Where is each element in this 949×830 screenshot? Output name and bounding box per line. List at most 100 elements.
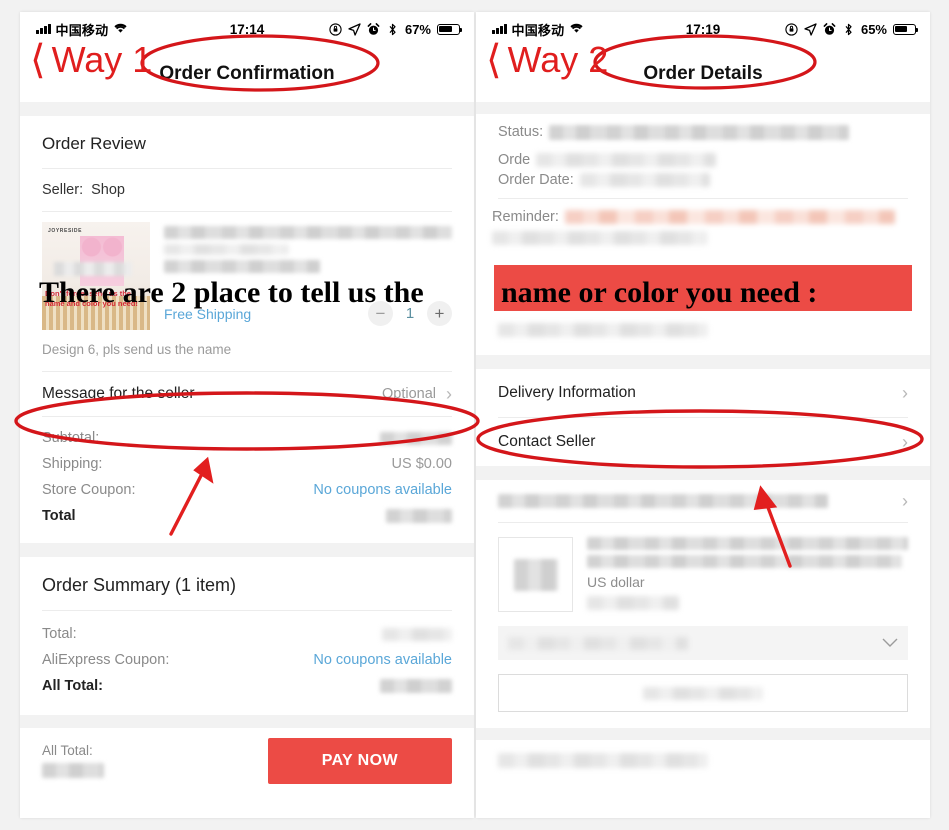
order-summary-section: Order Summary (1 item) Total: AliExpress… bbox=[20, 557, 474, 715]
phone-screen-way1: 中国移动 17:14 67% Order Confirmation Order … bbox=[20, 12, 474, 818]
store-row[interactable]: › bbox=[476, 480, 930, 522]
thumbnail-brand-label: JOYRESIDE bbox=[48, 228, 83, 234]
order-item-currency: US dollar bbox=[587, 574, 645, 591]
phone-screen-way2: 中国移动 17:19 65% Order Details Status: Ord… bbox=[476, 12, 930, 818]
location-arrow-icon bbox=[804, 22, 817, 36]
price-label: Subtotal: bbox=[42, 430, 100, 446]
annotation-chevron-left-icon: ⟨ bbox=[30, 38, 46, 82]
order-item-thumbnail-redacted bbox=[513, 558, 558, 591]
message-for-seller-value: Optional bbox=[381, 386, 436, 402]
annotation-overlay-text-part1: There are 2 place to tell us the bbox=[39, 276, 424, 309]
annotation-way2-label: ⟨ Way 2 bbox=[486, 40, 608, 80]
order-item-action-button[interactable] bbox=[498, 674, 908, 712]
summary-row: Total: bbox=[42, 621, 452, 647]
reminder-row: Reminder: bbox=[476, 199, 930, 229]
annotation-way1-label: ⟨ Way 1 bbox=[30, 38, 153, 82]
status-bar-left-group: 中国移动 bbox=[36, 20, 128, 39]
section-gap bbox=[476, 466, 930, 480]
store-coupon-value[interactable]: No coupons available bbox=[313, 482, 452, 498]
quantity-increase-button[interactable]: + bbox=[427, 301, 452, 326]
order-item-thumbnail[interactable] bbox=[498, 537, 573, 612]
seller-row[interactable]: Seller: Shop bbox=[20, 169, 474, 211]
section-gap bbox=[20, 102, 474, 116]
seller-label: Seller: bbox=[42, 182, 84, 198]
order-date-row: Order Date: bbox=[476, 170, 930, 198]
price-row[interactable]: Store Coupon: No coupons available bbox=[42, 477, 452, 503]
price-value-redacted bbox=[380, 431, 452, 445]
alarm-clock-icon bbox=[823, 22, 836, 36]
contact-seller-row[interactable]: Contact Seller › bbox=[476, 418, 930, 466]
summary-value-redacted bbox=[380, 679, 452, 693]
order-info-section: Status: Orde Order Date: Reminder: bbox=[476, 114, 930, 355]
order-item-title-redacted-line2 bbox=[587, 555, 902, 569]
section-gap bbox=[476, 102, 930, 114]
product-variant-description: Design 6, pls send us the name bbox=[42, 342, 232, 357]
pay-total-group: All Total: bbox=[42, 743, 104, 780]
order-item-row[interactable]: US dollar bbox=[476, 523, 930, 616]
signal-strength-icon bbox=[36, 24, 51, 34]
order-summary-heading: Order Summary (1 item) bbox=[42, 575, 237, 595]
order-no-value-redacted bbox=[536, 153, 717, 167]
order-item-price-redacted bbox=[587, 596, 679, 611]
reminder-value-redacted-line2 bbox=[492, 230, 707, 245]
aliexpress-coupon-value[interactable]: No coupons available bbox=[313, 652, 452, 668]
battery-percentage: 67% bbox=[404, 21, 431, 37]
price-row: Total bbox=[42, 503, 452, 529]
price-breakdown: Subtotal: Shipping: US $0.00 Store Coupo… bbox=[20, 417, 474, 543]
message-for-seller-label: Message for the seller bbox=[42, 385, 195, 402]
status-bar-right-group: 67% bbox=[329, 21, 463, 37]
order-date-value-redacted bbox=[579, 173, 710, 187]
summary-value-redacted bbox=[382, 627, 452, 641]
pay-now-button[interactable]: PAY NOW bbox=[267, 738, 452, 784]
chevron-right-icon: › bbox=[902, 491, 908, 511]
contact-seller-label: Contact Seller bbox=[498, 433, 596, 450]
order-summary-rows: Total: AliExpress Coupon: No coupons ava… bbox=[20, 611, 474, 715]
rotation-lock-icon bbox=[785, 22, 798, 36]
chevron-right-icon: › bbox=[902, 383, 908, 403]
price-label: Shipping: bbox=[42, 456, 103, 472]
pay-total-value-redacted bbox=[42, 762, 104, 778]
order-item-dropdown[interactable] bbox=[498, 626, 908, 660]
battery-icon bbox=[437, 23, 463, 35]
summary-row: All Total: bbox=[42, 673, 452, 699]
battery-percentage: 65% bbox=[860, 21, 887, 37]
location-arrow-icon bbox=[348, 22, 361, 36]
delivery-information-label: Delivery Information bbox=[498, 384, 636, 401]
bluetooth-icon bbox=[842, 23, 855, 36]
product-row[interactable]: JOYRESIDE Don't forget send us the name … bbox=[20, 212, 474, 336]
pay-bar: All Total: PAY NOW bbox=[20, 728, 474, 798]
product-title-redacted bbox=[164, 226, 452, 239]
chevron-right-icon: › bbox=[902, 432, 908, 452]
section-gap bbox=[476, 355, 930, 369]
section-gap bbox=[476, 728, 930, 740]
dropdown-value-redacted bbox=[508, 636, 688, 650]
price-value: US $0.00 bbox=[391, 456, 452, 472]
carrier-name: 中国移动 bbox=[55, 22, 109, 38]
delivery-information-row[interactable]: Delivery Information › bbox=[476, 369, 930, 417]
product-variant-redacted bbox=[164, 260, 320, 273]
order-review-heading: Order Review bbox=[42, 134, 146, 153]
annotation-way1-text: Way 1 bbox=[51, 39, 153, 80]
order-item-title-redacted bbox=[587, 537, 908, 550]
order-info-extra bbox=[476, 311, 930, 355]
alarm-clock-icon bbox=[367, 22, 380, 36]
comparison-figure: 中国移动 17:14 67% Order Confirmation Order … bbox=[0, 0, 949, 830]
order-links-section: Delivery Information › Contact Seller › bbox=[476, 369, 930, 466]
bluetooth-icon bbox=[386, 23, 399, 36]
chevron-down-icon bbox=[882, 635, 898, 651]
message-for-seller-value-group: Optional › bbox=[382, 385, 452, 403]
order-review-section: Order Review Seller: Shop JOYRESIDE Don'… bbox=[20, 116, 474, 543]
price-row: Shipping: US $0.00 bbox=[42, 451, 452, 477]
order-date-label: Order Date: bbox=[498, 172, 574, 188]
status-bar-right-group: 65% bbox=[785, 21, 919, 37]
rotation-lock-icon bbox=[329, 22, 342, 36]
status-label: Status: bbox=[498, 124, 544, 140]
order-footer-section bbox=[476, 740, 930, 782]
store-name-redacted bbox=[498, 494, 828, 508]
action-button-label-redacted bbox=[643, 686, 763, 700]
summary-row[interactable]: AliExpress Coupon: No coupons available bbox=[42, 647, 452, 673]
annotation-overlay-text-part2: name or color you need : bbox=[497, 276, 822, 310]
chevron-right-icon: › bbox=[446, 384, 452, 404]
signal-strength-icon bbox=[492, 24, 507, 34]
message-for-seller-row[interactable]: Message for the seller Optional › bbox=[20, 372, 474, 416]
